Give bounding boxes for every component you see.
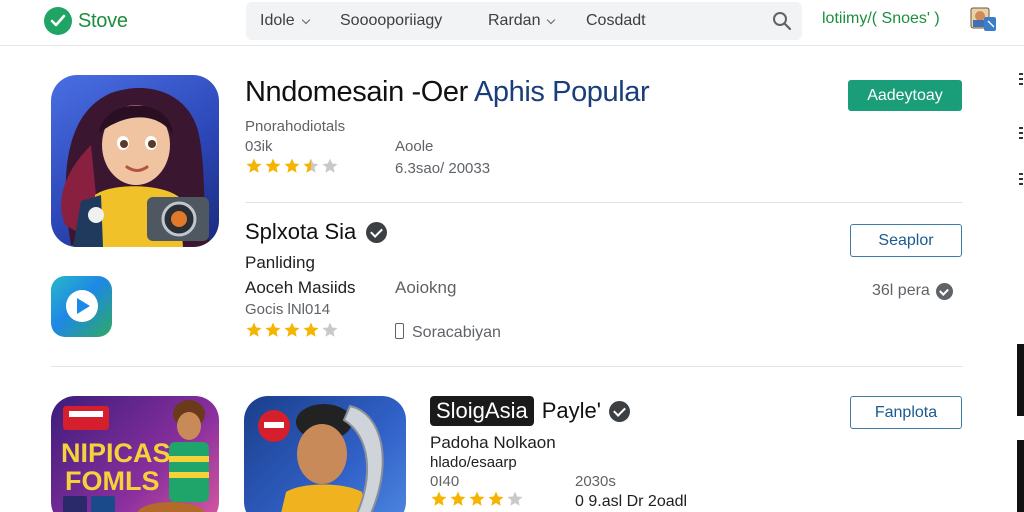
app2-size: 36l pera — [872, 282, 953, 300]
star-icon — [488, 491, 504, 506]
install-button[interactable]: Aadeytoay — [848, 80, 962, 111]
app2-rating — [245, 321, 339, 339]
nav-menu-1[interactable]: Idole — [260, 12, 310, 30]
featured-title[interactable]: Nndomesain -Oer Aphis Popular — [245, 76, 650, 109]
star-icon — [322, 158, 338, 173]
app2-device: Soracabiyan — [395, 323, 501, 342]
star-icon — [450, 491, 466, 506]
nav-menu-3-label: Rardan — [488, 12, 541, 29]
top-app-bar: Stove Idole Sooooporiiagy Rardan Cosdadt… — [0, 0, 1024, 46]
app2-category: Aoiokng — [395, 278, 457, 297]
star-icon — [284, 322, 300, 337]
chevron-down-icon — [547, 15, 556, 24]
phone-icon — [395, 323, 404, 339]
app3-icon-text-line2: FOMLS — [65, 466, 160, 496]
app2-developer[interactable]: Aoceh Masiids — [245, 278, 356, 298]
app3-title-tag: SloigAsia — [430, 396, 534, 426]
nav-menu-2-label: Sooooporiiagy — [340, 12, 443, 29]
user-avatar-icon[interactable] — [970, 5, 998, 33]
star-icon — [322, 322, 338, 337]
divider — [245, 202, 963, 203]
star-icon — [284, 158, 300, 173]
brand-name: Stove — [78, 9, 128, 32]
edge-panel — [1017, 440, 1024, 512]
star-icon — [507, 491, 523, 506]
star-icon — [303, 158, 319, 173]
edge-icon-3 — [1018, 172, 1024, 186]
star-icon — [246, 158, 262, 173]
app2-subtitle: Panliding — [245, 253, 315, 272]
featured-title-part2: Aphis Popular — [473, 76, 650, 108]
edge-icon-2 — [1018, 126, 1024, 140]
star-icon — [431, 491, 447, 506]
app3-title[interactable]: SloigAsia Payle' — [430, 396, 630, 426]
verified-badge-icon — [366, 221, 388, 243]
app2-title[interactable]: Splxota Sia — [245, 219, 388, 245]
info-icon[interactable] — [935, 282, 953, 300]
app3-title-rest: Payle' — [541, 398, 601, 423]
app3-downloads: 0I40 — [430, 473, 460, 490]
nav-menu-2[interactable]: Sooooporiiagy — [340, 12, 442, 30]
featured-publisher: Aoole — [395, 138, 434, 155]
nav-menu-1-label: Idole — [260, 12, 295, 29]
featured-date: 6.3sao/ 20033 — [395, 160, 491, 177]
edge-icon-1 — [1018, 72, 1024, 86]
store-logo-icon — [44, 7, 72, 35]
app3-rating — [430, 490, 524, 508]
app2-title-text: Splxota Sia — [245, 219, 357, 244]
edge-panel — [1017, 344, 1024, 416]
star-icon — [265, 158, 281, 173]
app3-icon[interactable]: NIPICAS FOMLS — [51, 396, 219, 512]
star-icon — [265, 322, 281, 337]
app3-subtitle[interactable]: Padoha Nolkaon — [430, 433, 556, 453]
app3-icon-text-line1: NIPICAS — [61, 438, 171, 468]
featured-app-icon[interactable] — [51, 75, 219, 247]
featured-title-part1: Nndomesain -Oer — [245, 76, 468, 108]
search-bar[interactable]: Idole Sooooporiiagy Rardan Cosdadt — [246, 2, 802, 40]
nav-menu-4-label: Cosdadt — [586, 12, 646, 29]
app3-date-label: 2030s — [575, 473, 616, 490]
chevron-down-icon — [301, 15, 310, 24]
featured-downloads: 03ik — [245, 138, 273, 155]
star-icon — [246, 322, 262, 337]
app4-icon[interactable] — [244, 396, 406, 512]
featured-developer[interactable]: Pnorahodiotals — [245, 118, 345, 135]
app2-action-button[interactable]: Seaplor — [850, 224, 962, 257]
brand[interactable]: Stove — [44, 7, 128, 35]
verified-badge-icon — [608, 400, 630, 422]
app3-action-button[interactable]: Fanplota — [850, 396, 962, 429]
app2-device-label: Soracabiyan — [412, 324, 501, 341]
app2-icon[interactable] — [51, 276, 112, 337]
search-icon[interactable] — [772, 11, 792, 36]
featured-rating — [245, 157, 339, 175]
divider — [51, 366, 963, 367]
star-icon — [303, 322, 319, 337]
nav-menu-4[interactable]: Cosdadt — [586, 12, 646, 30]
star-icon — [469, 491, 485, 506]
app3-date: 0 9.asl Dr 2oadl — [575, 493, 688, 510]
app3-category: hlado/esaarp — [430, 454, 517, 471]
app2-size-label: 36l pera — [872, 282, 930, 299]
app2-downloads: Gocis lNl014 — [245, 301, 331, 318]
nav-menu-3[interactable]: Rardan — [488, 12, 556, 30]
account-link[interactable]: lotiimy/( Snoes' ) — [822, 10, 940, 28]
